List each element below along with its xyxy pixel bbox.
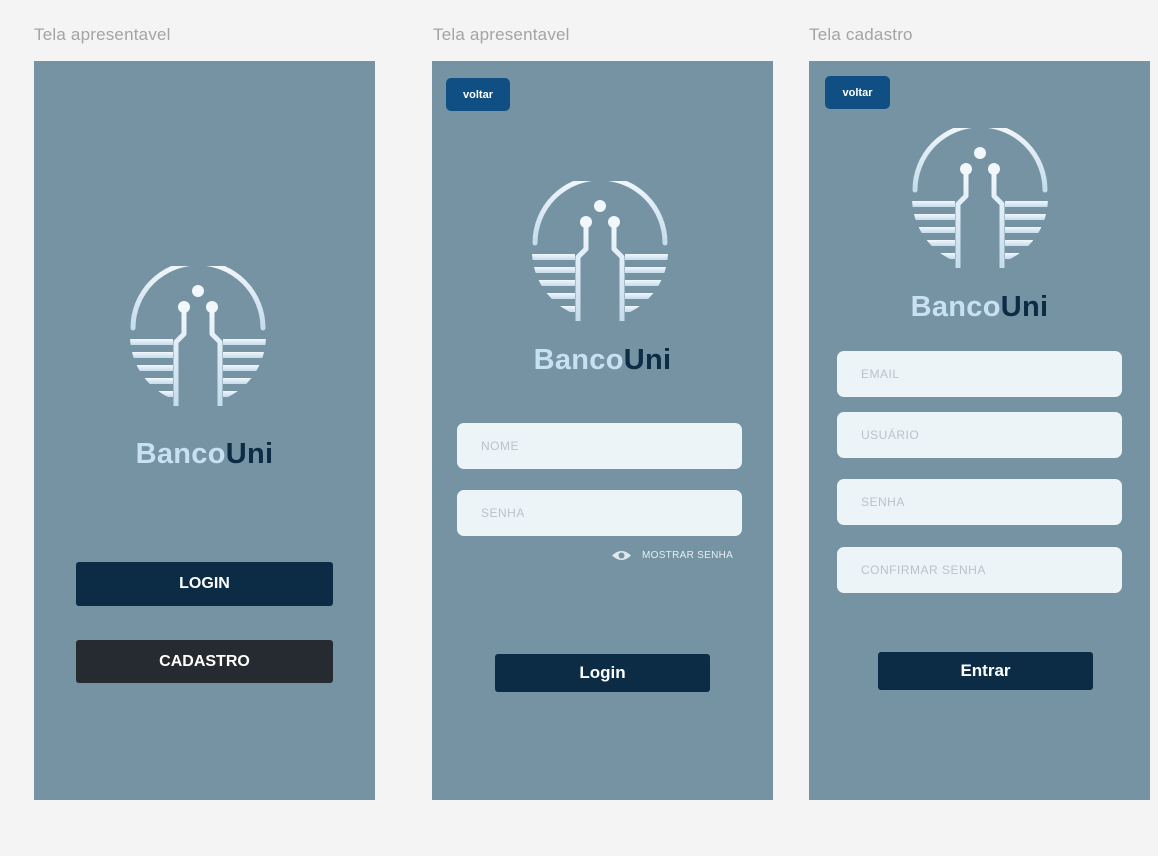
brand-part-banco: Banco xyxy=(135,438,226,470)
brand-part-uni: Uni xyxy=(1000,291,1049,323)
frame-title-presentation-1: Tela apresentavel xyxy=(34,25,171,44)
circuit-globe-icon xyxy=(530,181,670,321)
frame-title-presentation-2: Tela apresentavel xyxy=(433,25,570,44)
senha-input[interactable] xyxy=(837,479,1122,525)
login-submit-button[interactable]: Login xyxy=(495,654,710,692)
back-button[interactable]: voltar xyxy=(446,78,510,111)
cadastro-button[interactable]: CADASTRO xyxy=(76,640,333,683)
cadastro-screen: voltar BancoUni Entrar xyxy=(809,61,1150,800)
entrar-button[interactable]: Entrar xyxy=(878,652,1093,690)
nome-input[interactable] xyxy=(457,423,742,469)
usuario-input[interactable] xyxy=(837,412,1122,458)
brand-part-banco: Banco xyxy=(533,344,624,376)
brand-logo-text: BancoUni xyxy=(34,438,375,471)
eye-icon xyxy=(612,551,631,560)
presentation-screen: BancoUni LOGIN CADASTRO xyxy=(34,61,375,800)
design-canvas: Tela apresentavel BancoUni LOGIN CADASTR… xyxy=(0,0,1158,856)
frame-title-cadastro: Tela cadastro xyxy=(809,25,913,44)
login-button[interactable]: LOGIN xyxy=(76,562,333,606)
circuit-globe-icon xyxy=(128,266,268,406)
senha-input[interactable] xyxy=(457,490,742,536)
show-password-toggle[interactable]: MOSTRAR SENHA xyxy=(611,549,733,562)
confirmar-senha-input[interactable] xyxy=(837,547,1122,593)
brand-logo-text: BancoUni xyxy=(432,344,773,377)
login-screen: voltar BancoUni MOSTRAR SENHA Login xyxy=(432,61,773,800)
brand-logo-text: BancoUni xyxy=(809,291,1150,324)
circuit-globe-icon xyxy=(910,128,1050,268)
brand-part-banco: Banco xyxy=(910,291,1001,323)
show-password-label: MOSTRAR SENHA xyxy=(642,550,734,561)
back-button[interactable]: voltar xyxy=(825,76,890,109)
brand-part-uni: Uni xyxy=(623,344,672,376)
brand-part-uni: Uni xyxy=(225,438,274,470)
email-input[interactable] xyxy=(837,351,1122,397)
